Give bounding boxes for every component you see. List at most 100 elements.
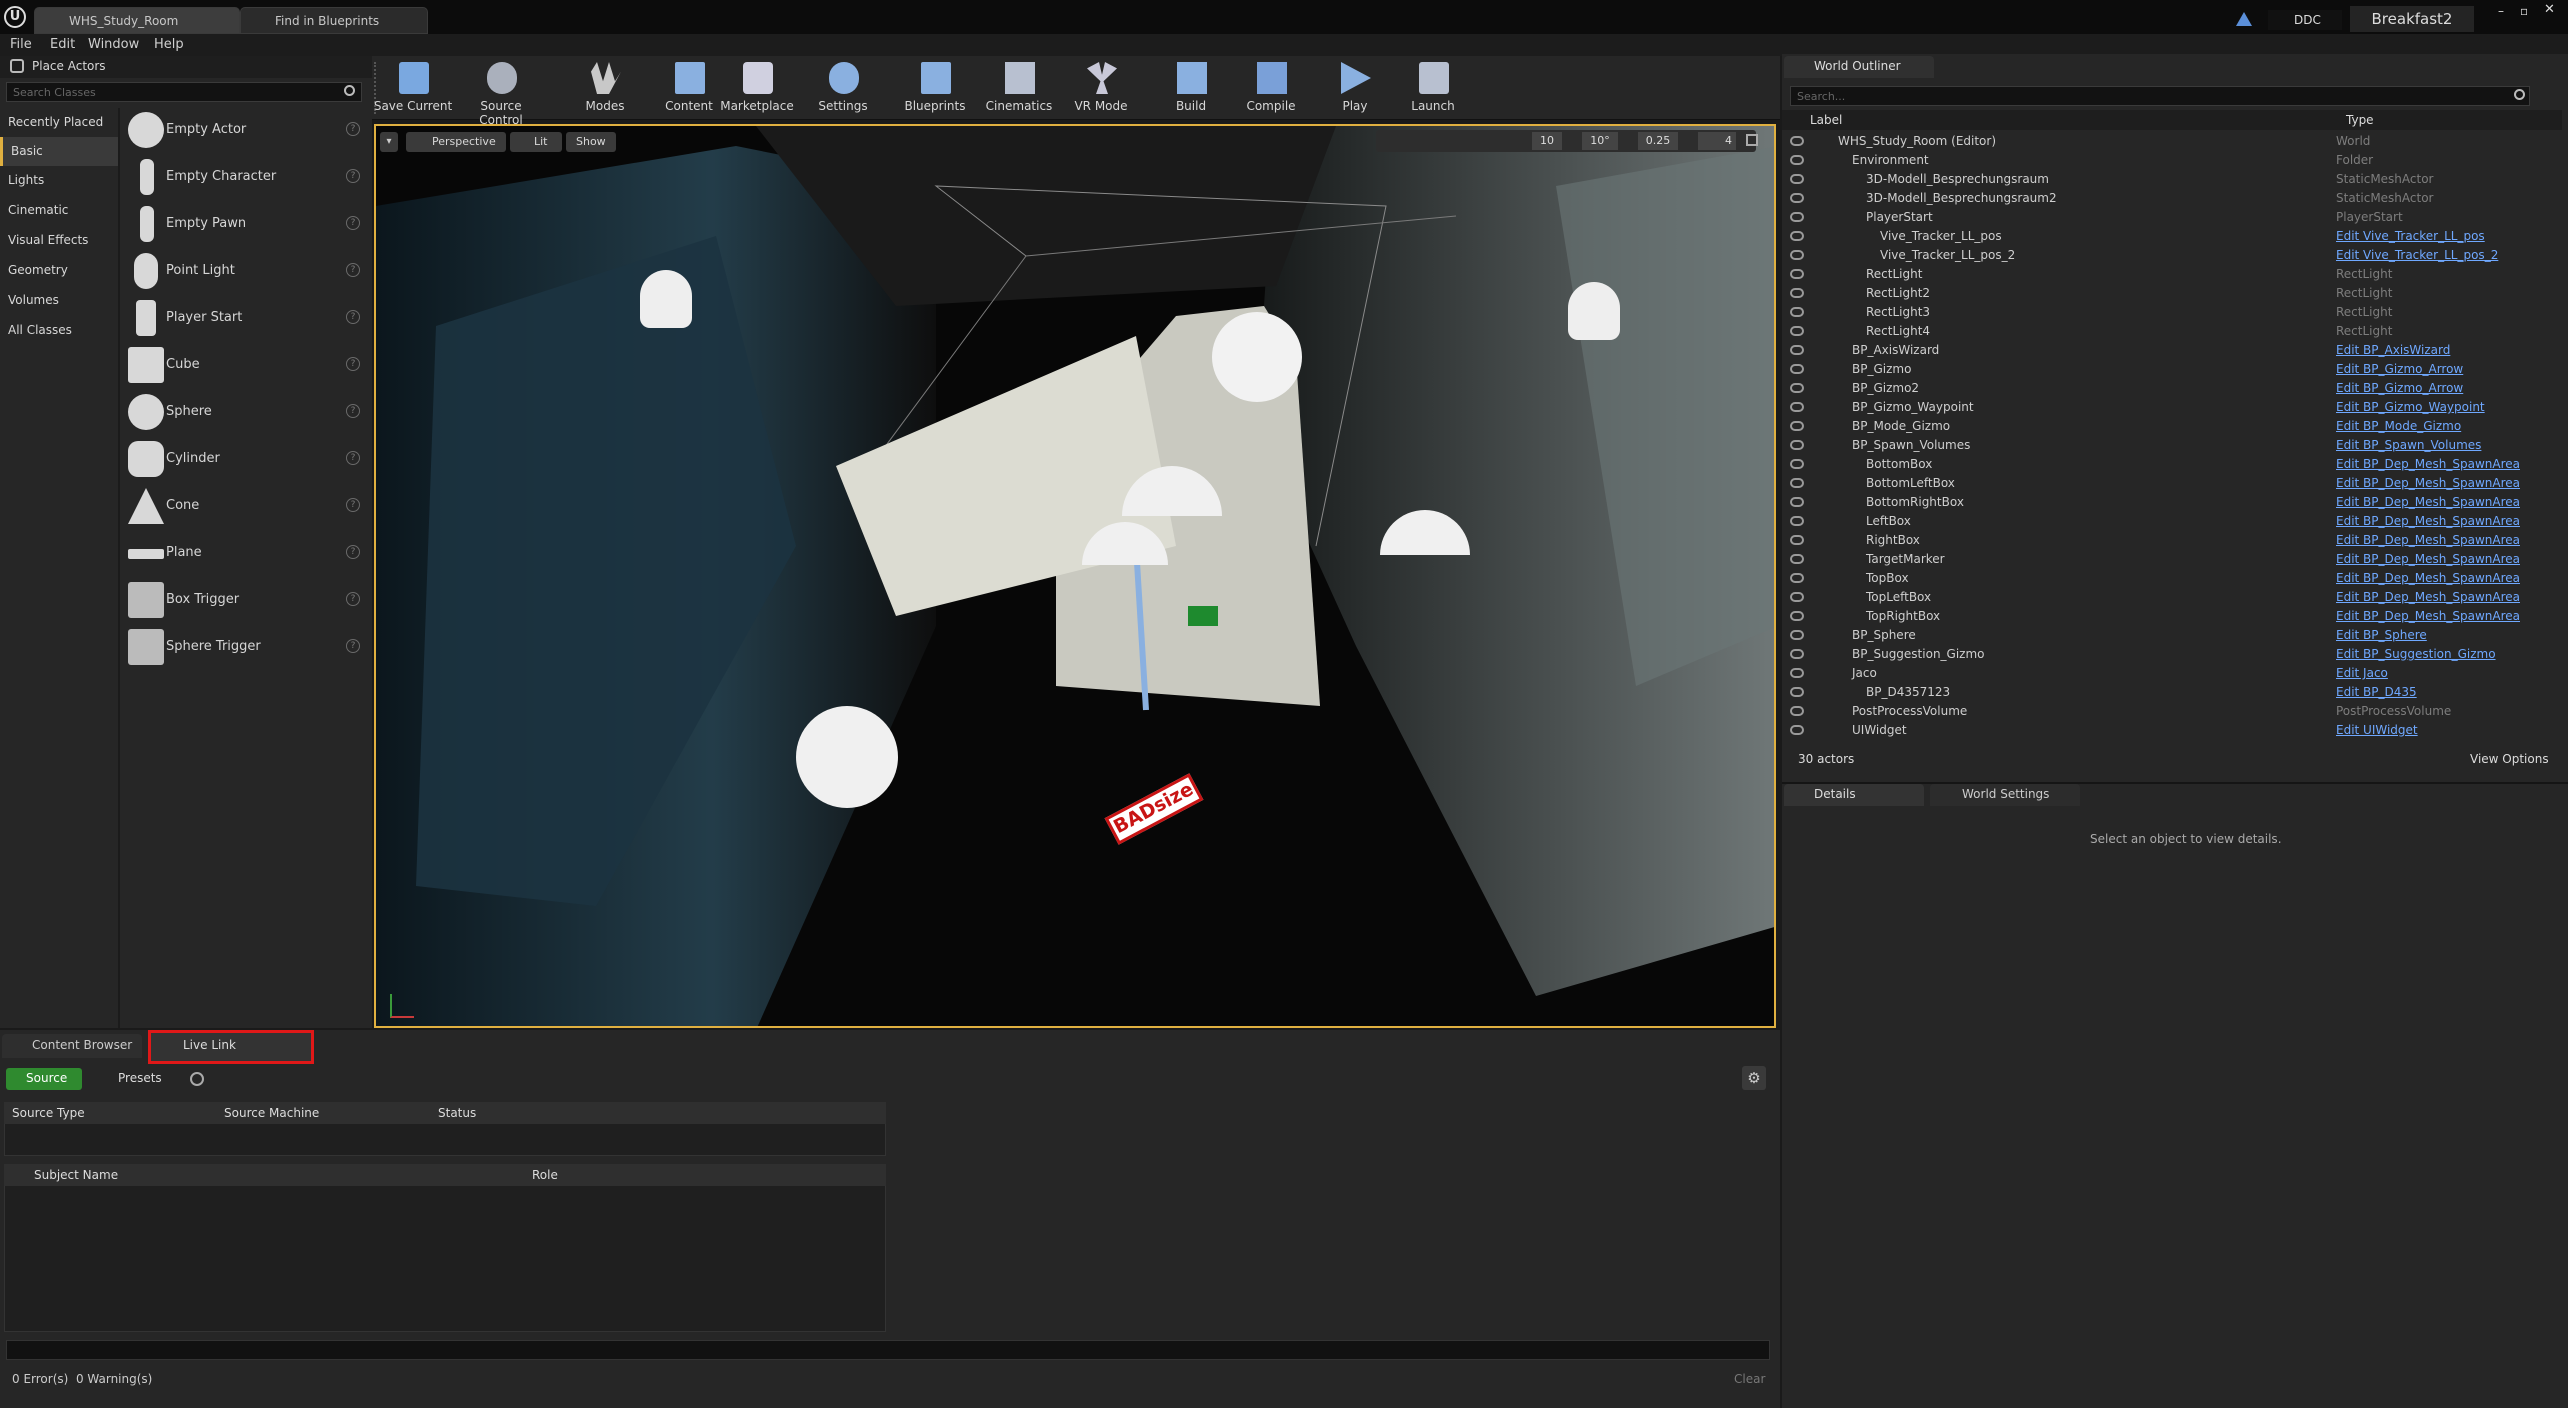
visibility-eye-icon[interactable] — [1790, 269, 1804, 279]
outliner-row[interactable]: BP_Mode_Gizmo Edit BP_Mode_Gizmo — [1782, 417, 2568, 436]
help-icon[interactable]: ? — [346, 263, 360, 277]
outliner-row-type[interactable]: Edit BP_D435 — [2336, 685, 2417, 699]
actor-empty-pawn[interactable]: Empty Pawn? — [122, 200, 362, 247]
visibility-eye-icon[interactable] — [1790, 706, 1804, 716]
outliner-row[interactable]: LeftBox Edit BP_Dep_Mesh_SpawnArea — [1782, 512, 2568, 531]
menu-help[interactable]: Help — [154, 37, 184, 52]
outliner-row[interactable]: BP_D4357123 Edit BP_D435 — [1782, 683, 2568, 702]
source-control-button[interactable]: Source Control — [458, 58, 544, 127]
marketplace-button[interactable]: Marketplace — [714, 58, 800, 118]
category-geometry[interactable]: Geometry — [0, 256, 118, 285]
outliner-row-type[interactable]: Edit BP_Dep_Mesh_SpawnArea — [2336, 476, 2520, 490]
maximize-viewport-icon[interactable] — [1746, 134, 1758, 146]
outliner-row[interactable]: Vive_Tracker_LL_pos Edit Vive_Tracker_LL_… — [1782, 227, 2568, 246]
settings-button[interactable]: Settings — [800, 58, 886, 118]
visibility-eye-icon[interactable] — [1790, 478, 1804, 488]
category-lights[interactable]: Lights — [0, 166, 118, 195]
outliner-row[interactable]: Environment Folder — [1782, 151, 2568, 170]
category-visual-effects[interactable]: Visual Effects — [0, 226, 118, 255]
help-icon[interactable]: ? — [346, 592, 360, 606]
camera-speed-value[interactable]: 4 — [1698, 132, 1736, 150]
save-current-button[interactable]: Save Current — [370, 58, 456, 118]
outliner-row-type[interactable]: Edit Vive_Tracker_LL_pos — [2336, 229, 2485, 243]
outliner-row-type[interactable]: Edit BP_Spawn_Volumes — [2336, 438, 2481, 452]
visibility-eye-icon[interactable] — [1790, 231, 1804, 241]
category-all-classes[interactable]: All Classes — [0, 316, 118, 345]
visibility-eye-icon[interactable] — [1790, 649, 1804, 659]
outliner-row[interactable]: PostProcessVolume PostProcessVolume — [1782, 702, 2568, 721]
maximize-button[interactable]: ▫ — [2520, 4, 2538, 18]
settings-gear-icon[interactable]: ⚙ — [1742, 1066, 1766, 1090]
sphere-actor[interactable] — [796, 706, 898, 808]
outliner-row[interactable]: BottomRightBox Edit BP_Dep_Mesh_SpawnArea — [1782, 493, 2568, 512]
col-role[interactable]: Role — [532, 1168, 558, 1182]
actor-sphere[interactable]: Sphere? — [122, 388, 362, 435]
blueprints-button[interactable]: Blueprints — [892, 58, 978, 118]
help-icon[interactable]: ? — [346, 404, 360, 418]
outliner-row[interactable]: WHS_Study_Room (Editor) World — [1782, 132, 2568, 151]
col-status[interactable]: Status — [438, 1106, 476, 1120]
outliner-row[interactable]: RectLight3 RectLight — [1782, 303, 2568, 322]
outliner-row[interactable]: BP_Gizmo2 Edit BP_Gizmo_Arrow — [1782, 379, 2568, 398]
target-marker[interactable] — [1188, 606, 1218, 626]
visibility-eye-icon[interactable] — [1790, 402, 1804, 412]
world-outliner-tab[interactable]: World Outliner — [1784, 56, 1934, 78]
outliner-row[interactable]: Vive_Tracker_LL_pos_2 Edit Vive_Tracker_L… — [1782, 246, 2568, 265]
visibility-eye-icon[interactable] — [1790, 288, 1804, 298]
visibility-eye-icon[interactable] — [1790, 687, 1804, 697]
outliner-row-type[interactable]: Edit BP_Dep_Mesh_SpawnArea — [2336, 609, 2520, 623]
world-settings-tab[interactable]: World Settings — [1930, 784, 2080, 806]
rotation-snap-value[interactable]: 10° — [1582, 132, 1618, 150]
outliner-row-type[interactable]: Edit UIWidget — [2336, 723, 2418, 737]
actor-cone[interactable]: Cone? — [122, 482, 362, 529]
visibility-eye-icon[interactable] — [1790, 421, 1804, 431]
visibility-eye-icon[interactable] — [1790, 459, 1804, 469]
help-icon[interactable]: ? — [346, 310, 360, 324]
help-icon[interactable]: ? — [346, 639, 360, 653]
perspective-button[interactable]: Perspective — [406, 132, 506, 152]
actor-cube[interactable]: Cube? — [122, 341, 362, 388]
outliner-row-type[interactable]: Edit BP_Dep_Mesh_SpawnArea — [2336, 552, 2520, 566]
outliner-row-type[interactable]: Edit BP_Dep_Mesh_SpawnArea — [2336, 514, 2520, 528]
visibility-eye-icon[interactable] — [1790, 250, 1804, 260]
outliner-row-type[interactable]: Edit BP_Suggestion_Gizmo — [2336, 647, 2496, 661]
visibility-eye-icon[interactable] — [1790, 611, 1804, 621]
tab-level[interactable]: WHS_Study_Room — [34, 7, 240, 34]
category-cinematic[interactable]: Cinematic — [0, 196, 118, 225]
close-button[interactable]: ✕ — [2544, 2, 2562, 17]
actor-empty-actor[interactable]: Empty Actor? — [122, 106, 362, 153]
content-browser-tab[interactable]: Content Browser — [2, 1034, 142, 1058]
light-bulb-icon[interactable] — [1568, 282, 1620, 340]
grid-snap-value[interactable]: 10 — [1532, 132, 1562, 150]
search-classes-input[interactable]: Search Classes — [6, 82, 362, 102]
refresh-icon[interactable] — [190, 1072, 204, 1086]
outliner-row[interactable]: BP_AxisWizard Edit BP_AxisWizard — [1782, 341, 2568, 360]
visibility-eye-icon[interactable] — [1790, 592, 1804, 602]
visibility-eye-icon[interactable] — [1790, 383, 1804, 393]
outliner-row-type[interactable]: Edit BP_Mode_Gizmo — [2336, 419, 2461, 433]
help-icon[interactable]: ? — [346, 169, 360, 183]
visibility-eye-icon[interactable] — [1790, 630, 1804, 640]
outliner-row[interactable]: BottomLeftBox Edit BP_Dep_Mesh_SpawnArea — [1782, 474, 2568, 493]
menu-file[interactable]: File — [10, 37, 32, 52]
category-basic[interactable]: Basic — [0, 137, 118, 166]
tab-find-in-blueprints[interactable]: Find in Blueprints — [240, 7, 428, 34]
visibility-eye-icon[interactable] — [1790, 155, 1804, 165]
outliner-row[interactable]: BottomBox Edit BP_Dep_Mesh_SpawnArea — [1782, 455, 2568, 474]
outliner-row-type[interactable]: Edit BP_Dep_Mesh_SpawnArea — [2336, 495, 2520, 509]
visibility-eye-icon[interactable] — [1790, 440, 1804, 450]
category-volumes[interactable]: Volumes — [0, 286, 118, 315]
actor-plane[interactable]: Plane? — [122, 529, 362, 576]
outliner-row-type[interactable]: Edit BP_Dep_Mesh_SpawnArea — [2336, 533, 2520, 547]
help-icon[interactable]: ? — [346, 498, 360, 512]
view-options-dropdown[interactable]: ▾ — [380, 132, 398, 152]
visibility-eye-icon[interactable] — [1790, 136, 1804, 146]
minimize-button[interactable]: – — [2498, 4, 2516, 18]
outliner-row-type[interactable]: Edit BP_AxisWizard — [2336, 343, 2450, 357]
help-icon[interactable]: ? — [346, 357, 360, 371]
menu-window[interactable]: Window — [88, 37, 139, 52]
visibility-eye-icon[interactable] — [1790, 554, 1804, 564]
visibility-eye-icon[interactable] — [1790, 193, 1804, 203]
place-actors-tab[interactable]: Place Actors — [0, 56, 372, 78]
outliner-row[interactable]: RectLight4 RectLight — [1782, 322, 2568, 341]
